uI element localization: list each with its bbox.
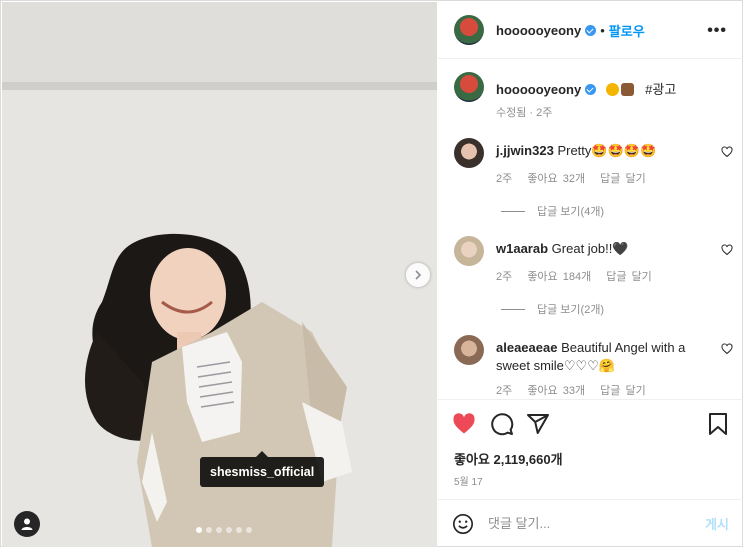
- caption-username[interactable]: hoooooyeony: [496, 82, 581, 97]
- heart-emoji-icon: [620, 83, 634, 97]
- commenter-avatar[interactable]: [454, 138, 484, 168]
- comment-item: aleaeaeae Beautiful Angel with a sweet s…: [454, 335, 743, 397]
- commenter-avatar[interactable]: [454, 335, 484, 365]
- comment-text: Great job!!🖤: [551, 241, 629, 256]
- post-photo[interactable]: shesmiss_official: [2, 2, 437, 547]
- person-icon: [21, 518, 33, 530]
- carousel-dot: [246, 527, 252, 533]
- follow-button[interactable]: 팔로우: [609, 21, 645, 40]
- header-separator: •: [600, 22, 605, 38]
- carousel-indicator: [196, 527, 252, 533]
- tagged-users-button[interactable]: [14, 511, 40, 537]
- caption-meta: 수정됨 · 2주: [496, 107, 553, 119]
- chevron-right-icon: [415, 270, 422, 280]
- view-replies-button[interactable]: 답글 보기(4개): [501, 203, 604, 219]
- likes-count[interactable]: 좋아요 2,119,660개: [454, 449, 563, 468]
- more-options-icon[interactable]: •••: [707, 22, 727, 40]
- post-date: 5월 17: [454, 477, 483, 488]
- like-heart-icon[interactable]: [452, 412, 476, 436]
- comment-likes[interactable]: 좋아요 33개: [527, 385, 585, 397]
- carousel-dot: [236, 527, 242, 533]
- user-tag-label[interactable]: shesmiss_official: [200, 451, 325, 487]
- comment-likes[interactable]: 좋아요 184개: [527, 271, 591, 283]
- author-avatar[interactable]: [454, 15, 484, 45]
- emoji-picker-icon[interactable]: [452, 513, 474, 535]
- comment-input[interactable]: [488, 516, 688, 531]
- comment-body: aleaeaeae Beautiful Angel with a sweet s…: [496, 339, 721, 375]
- share-icon[interactable]: [526, 412, 550, 436]
- commenter-username[interactable]: w1aarab: [496, 241, 548, 256]
- carousel-dot: [206, 527, 212, 533]
- comment-like-icon[interactable]: [721, 146, 733, 158]
- view-replies-label[interactable]: 답글 보기(2개): [537, 301, 604, 317]
- comment-meta: 2주 좋아요 184개 답글 달기: [496, 268, 662, 284]
- verified-badge-icon: [585, 84, 597, 96]
- comment-icon[interactable]: [490, 412, 514, 436]
- caption-author-avatar[interactable]: [454, 72, 484, 102]
- carousel-dot: [216, 527, 222, 533]
- comment-like-icon[interactable]: [721, 343, 733, 355]
- reply-button[interactable]: 답글 달기: [606, 271, 652, 283]
- comment-body: j.jjwin323 Pretty🤩🤩🤩🤩: [496, 142, 721, 160]
- comment-meta: 2주 좋아요 33개 답글 달기: [496, 382, 656, 398]
- replies-line: [501, 308, 525, 310]
- post-sidebar: hoooooyeony • 팔로우 ••• hoooooyeony #광고 수정…: [438, 2, 743, 547]
- view-replies-button[interactable]: 답글 보기(2개): [501, 301, 604, 317]
- save-bookmark-icon[interactable]: [708, 412, 728, 436]
- commenter-username[interactable]: aleaeaeae: [496, 340, 557, 355]
- comment-body: w1aarab Great job!!🖤: [496, 240, 721, 258]
- post-card: shesmiss_official hoooooyeony • 팔로우 •••: [0, 0, 743, 547]
- reply-button[interactable]: 답글 달기: [600, 173, 646, 185]
- view-replies-label[interactable]: 답글 보기(4개): [537, 203, 604, 219]
- comment-text: Pretty🤩🤩🤩🤩: [557, 143, 657, 158]
- commenter-avatar[interactable]: [454, 236, 484, 266]
- comment-time: 2주: [496, 385, 513, 397]
- post-header: hoooooyeony • 팔로우 •••: [438, 2, 743, 59]
- carousel-dot: [226, 527, 232, 533]
- caption-text: #광고: [645, 82, 677, 97]
- next-photo-button[interactable]: [406, 263, 430, 287]
- comment-like-icon[interactable]: [721, 244, 733, 256]
- verified-badge-icon: [585, 24, 597, 36]
- carousel-dot: [196, 527, 202, 533]
- comment-meta: 2주 좋아요 32개 답글 달기: [496, 170, 656, 186]
- comment-time: 2주: [496, 173, 513, 185]
- comment-time: 2주: [496, 271, 513, 283]
- moon-emoji-icon: [605, 83, 619, 97]
- reply-button[interactable]: 답글 달기: [600, 385, 646, 397]
- post-caption: hoooooyeony #광고: [454, 72, 676, 102]
- comment-likes[interactable]: 좋아요 32개: [527, 173, 585, 185]
- replies-line: [501, 210, 525, 212]
- author-username[interactable]: hoooooyeony: [496, 23, 581, 38]
- add-comment-bar: 게시: [438, 499, 743, 547]
- commenter-username[interactable]: j.jjwin323: [496, 143, 554, 158]
- post-comment-button[interactable]: 게시: [705, 514, 729, 533]
- action-bar: [438, 399, 743, 443]
